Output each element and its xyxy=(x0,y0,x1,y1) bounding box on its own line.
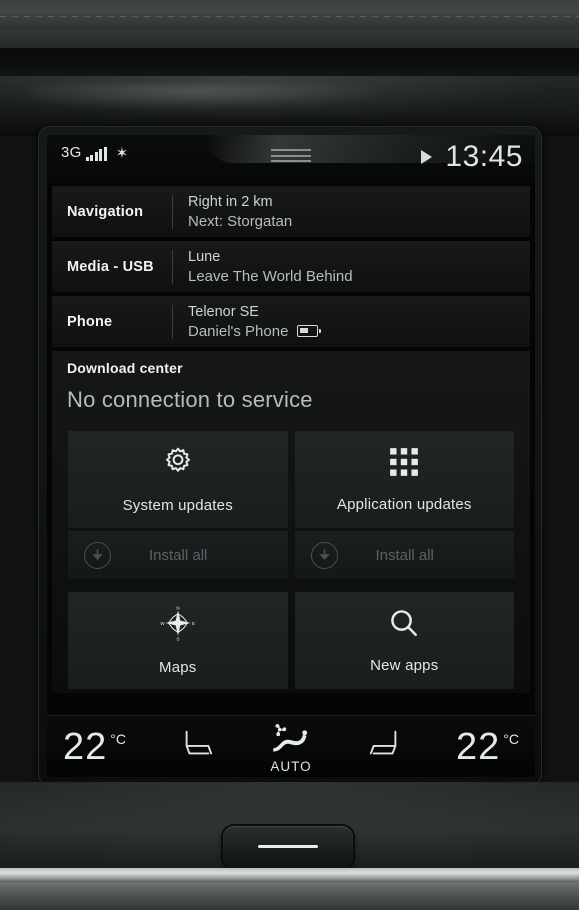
card-label: Phone xyxy=(67,313,113,330)
status-bar-right: 13:45 xyxy=(421,141,523,173)
card-label: Navigation xyxy=(67,203,144,220)
signal-strength-icon xyxy=(85,147,107,161)
card-body: Right in 2 km Next: Storgatan xyxy=(173,193,292,231)
card-body: Telenor SE Daniel's Phone xyxy=(173,303,322,341)
left-seat-heater-icon[interactable] xyxy=(177,727,217,766)
right-seat-heater-icon[interactable] xyxy=(365,727,405,766)
install-all-label: Install all xyxy=(375,546,434,564)
tile-label: System updates xyxy=(122,497,233,514)
card-media-usb[interactable]: Media - USB Lune Leave The World Behind xyxy=(52,241,530,292)
card-navigation[interactable]: Navigation Right in 2 km Next: Storgatan xyxy=(52,186,530,237)
download-center-panel: Download center No connection to service… xyxy=(52,351,530,693)
info-card-list: Navigation Right in 2 km Next: Storgatan… xyxy=(47,183,535,347)
status-bar-left: 3G ✶ xyxy=(61,145,128,161)
right-temperature-value: 22 xyxy=(456,725,501,768)
app-grid-icon xyxy=(388,446,420,483)
connection-status-label: No connection to service xyxy=(67,387,313,412)
left-temperature-unit: °C xyxy=(110,730,126,747)
left-temperature-control[interactable]: 22 °C xyxy=(63,727,126,767)
card-body: Lune Leave The World Behind xyxy=(173,248,353,286)
card-line-secondary: Next: Storgatan xyxy=(188,212,293,230)
phone-name-label: Daniel's Phone xyxy=(188,322,289,340)
dashboard-leather-top xyxy=(0,0,579,30)
card-line-primary: Telenor SE xyxy=(188,303,259,320)
display-bezel: 3G ✶ 13:45 Navigation Right in 2 km Next… xyxy=(38,126,542,786)
install-all-system-button[interactable]: Install all xyxy=(68,531,288,579)
svg-text:N: N xyxy=(176,606,179,611)
car-dashboard: 3G ✶ 13:45 Navigation Right in 2 km Next… xyxy=(0,0,579,910)
network-type-label: 3G xyxy=(61,144,82,161)
tile-application-updates[interactable]: Application updates xyxy=(294,431,514,528)
download-center-title: Download center xyxy=(67,360,183,376)
home-button-indicator xyxy=(258,845,318,848)
dashboard-stitching xyxy=(0,16,579,17)
card-line-secondary: Leave The World Behind xyxy=(188,267,353,285)
climate-control-bar: 22 °C AUTO 22 °C xyxy=(47,715,535,777)
bluetooth-icon: ✶ xyxy=(115,145,129,162)
battery-icon xyxy=(297,325,322,337)
dashboard-leather-lower xyxy=(0,30,579,48)
status-bar: 3G ✶ 13:45 xyxy=(47,135,535,183)
compass-icon: N S E W xyxy=(160,605,196,646)
climate-auto-label: AUTO xyxy=(270,759,312,774)
card-line-primary: Right in 2 km xyxy=(188,193,273,210)
svg-text:S: S xyxy=(176,636,179,641)
infotainment-screen[interactable]: 3G ✶ 13:45 Navigation Right in 2 km Next… xyxy=(47,135,535,777)
install-all-apps-button[interactable]: Install all xyxy=(294,531,514,579)
install-all-label: Install all xyxy=(149,546,208,564)
tile-label: New apps xyxy=(370,657,439,674)
climate-auto-fan-icon xyxy=(268,723,314,758)
right-temperature-control[interactable]: 22 °C xyxy=(456,727,519,767)
console-lower-panel xyxy=(0,882,579,910)
chrome-trim-strip xyxy=(0,868,579,882)
card-line-primary: Lune xyxy=(188,248,221,265)
clock-label: 13:45 xyxy=(445,140,523,173)
tile-maps[interactable]: N S E W Maps xyxy=(68,592,288,689)
drag-handle-icon[interactable] xyxy=(271,147,311,164)
left-temperature-value: 22 xyxy=(63,725,108,768)
search-icon xyxy=(388,607,420,644)
download-circle-icon xyxy=(84,541,111,569)
play-icon[interactable] xyxy=(421,150,433,164)
tile-label: Application updates xyxy=(336,496,472,513)
right-temperature-unit: °C xyxy=(503,730,519,747)
gear-icon xyxy=(161,445,195,484)
tile-label: Maps xyxy=(159,659,197,676)
card-phone[interactable]: Phone Telenor SE Daniel's Phone xyxy=(52,296,530,347)
card-line-secondary: Daniel's Phone xyxy=(188,322,322,341)
update-tiles-row: System updates Application updates xyxy=(52,413,530,528)
climate-auto-button[interactable]: AUTO xyxy=(268,723,314,774)
tile-new-apps[interactable]: New apps xyxy=(294,592,514,689)
download-circle-icon xyxy=(310,541,338,569)
card-label: Media - USB xyxy=(67,258,154,275)
svg-text:E: E xyxy=(192,621,195,626)
install-buttons-row: Install all Install all xyxy=(52,528,530,579)
tile-system-updates[interactable]: System updates xyxy=(68,431,288,528)
svg-text:W: W xyxy=(160,621,165,626)
home-button[interactable] xyxy=(223,826,353,868)
extra-tiles-row: N S E W Maps New apps xyxy=(52,579,530,689)
